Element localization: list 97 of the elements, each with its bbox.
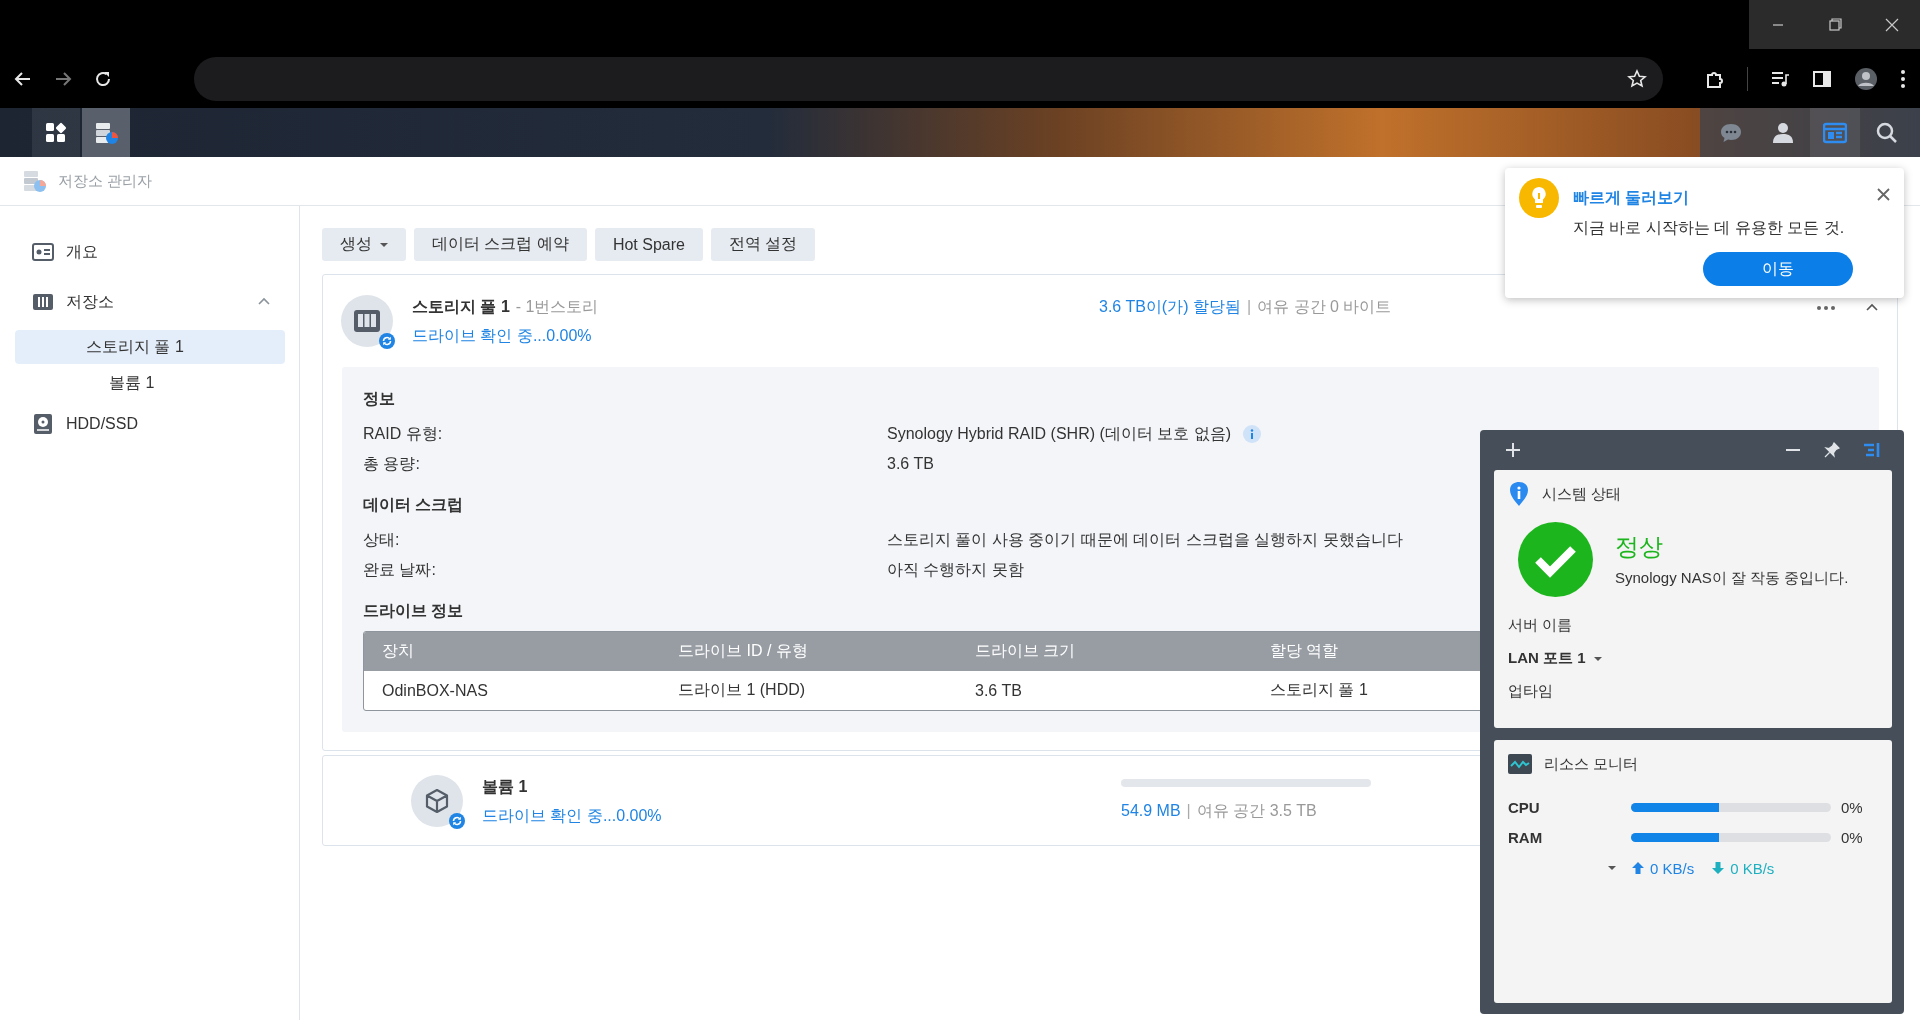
column-header: 드라이브 크기 — [974, 641, 1076, 661]
menu-icon[interactable] — [1900, 69, 1906, 89]
separator: | — [1186, 802, 1191, 819]
close-icon[interactable] — [1877, 188, 1890, 201]
pin-icon[interactable] — [1824, 442, 1840, 458]
user-icon — [1771, 120, 1795, 145]
window-title: 저장소 관리자 — [58, 171, 153, 191]
health-status: 정상 — [1615, 532, 1664, 562]
sidebar-item[interactable]: 볼륨 1 — [15, 366, 285, 400]
lightbulb-icon — [1519, 178, 1559, 218]
toolbar-button[interactable]: 데이터 스크럽 예약 — [414, 228, 587, 261]
sidebar-item[interactable]: 저장소 — [15, 280, 285, 324]
upload-arrow-icon — [1632, 862, 1644, 874]
field-label: 완료 날짜: — [363, 560, 437, 580]
back-icon[interactable] — [14, 70, 32, 88]
widget-title: 시스템 상태 — [1542, 484, 1622, 504]
media-list-icon[interactable] — [1770, 69, 1790, 89]
download-arrow-icon — [1712, 862, 1725, 874]
check-circle-icon — [1518, 522, 1593, 597]
volume-title: 볼륨 1 — [482, 776, 529, 797]
info-icon[interactable] — [1243, 425, 1262, 443]
caret-icon — [380, 242, 388, 247]
allocated-text: 3.6 TB이(가) 할당됨 — [1099, 298, 1241, 315]
storage-app-icon — [94, 120, 118, 145]
table-cell-text: 3.6 TB — [974, 681, 1022, 700]
table-cell-text: 드라이브 1 (HDD) — [677, 680, 806, 700]
sidebar-item[interactable]: HDD/SSD — [15, 402, 285, 446]
field-label: 업타임 — [1508, 682, 1553, 701]
sync-icon — [379, 333, 395, 349]
avatar-icon[interactable] — [1854, 67, 1878, 91]
caret-icon[interactable] — [1608, 866, 1616, 870]
toolbar-button[interactable]: Hot Spare — [594, 228, 703, 261]
used-space-text: 54.9 MB — [1121, 802, 1181, 819]
sync-icon — [449, 812, 465, 829]
volume-status: 드라이브 확인 중...0.00% — [482, 805, 663, 826]
info-shield-icon — [1508, 481, 1530, 507]
storage-app-icon — [22, 169, 46, 193]
widget-layout-icon[interactable] — [1864, 443, 1880, 457]
meter-reading: 0% — [1841, 828, 1864, 846]
storage-manager-button[interactable] — [82, 108, 130, 157]
field-label: 상태: — [363, 530, 401, 550]
field-label: 총 용량: — [363, 454, 421, 474]
add-icon[interactable] — [1506, 443, 1520, 457]
close-button[interactable] — [1863, 0, 1920, 49]
storage-icon — [32, 291, 54, 313]
reload-icon[interactable] — [94, 70, 112, 88]
meter-label: RAM — [1508, 828, 1544, 846]
section-heading: 정보 — [363, 389, 395, 409]
go-button[interactable]: 이동 — [1703, 252, 1853, 286]
widget-icon — [1823, 120, 1847, 145]
download-speed: 0 KB/s — [1730, 859, 1775, 877]
storage-pool-icon — [353, 307, 381, 335]
sidebar-item[interactable]: 스토리지 풀 1 — [15, 330, 285, 364]
toolbar-button[interactable]: 전역 설정 — [710, 228, 816, 261]
column-header: 장치 — [381, 641, 414, 661]
minimize-icon — [1772, 23, 1783, 26]
upload-speed: 0 KB/s — [1650, 859, 1695, 877]
field-label: RAID 유형: — [363, 424, 444, 444]
side-panel-icon[interactable] — [1812, 69, 1832, 89]
table-cell-text: 스토리지 풀 1 — [1269, 680, 1368, 700]
status-message: Synology NAS이 잘 작동 중입니다. — [1615, 569, 1849, 588]
field-value: 스토리지 풀이 사용 중이기 때문에 데이터 스크럽을 실행하지 못했습니다 — [887, 530, 1403, 550]
meter-label: CPU — [1508, 798, 1541, 816]
field-value: 3.6 TB — [887, 454, 934, 474]
extension-icon[interactable] — [1705, 69, 1725, 89]
main-menu-button[interactable] — [32, 108, 80, 157]
drive-icon — [32, 413, 54, 435]
pool-title: 스토리지 풀 1 — [412, 297, 510, 317]
grid-icon — [44, 120, 68, 145]
free-space-text: 여유 공간 0 바이트 — [1257, 298, 1392, 315]
port-selector[interactable]: LAN 포트 1 — [1508, 649, 1586, 668]
cube-icon — [423, 786, 451, 815]
widget-title: 리소스 모니터 — [1544, 754, 1639, 774]
sidebar-item[interactable]: 개요 — [15, 230, 285, 274]
search-icon — [1875, 120, 1899, 145]
overview-icon — [32, 241, 54, 263]
resource-monitor-icon — [1508, 754, 1532, 774]
field-label: 서버 이름 — [1508, 616, 1573, 635]
forward-icon[interactable] — [54, 70, 72, 88]
field-value: Synology Hybrid RAID (SHR) (데이터 보호 없음) — [887, 424, 1232, 444]
section-heading: 드라이브 정보 — [363, 601, 464, 621]
popup-title: 빠르게 둘러보기 — [1573, 188, 1691, 208]
meter-reading: 0% — [1841, 798, 1864, 816]
section-heading: 데이터 스크럽 — [363, 495, 464, 515]
column-header: 드라이브 ID / 유형 — [677, 641, 808, 661]
separator: | — [1246, 298, 1252, 315]
toolbar-button[interactable]: 생성 — [322, 228, 406, 261]
caret-icon — [1593, 656, 1602, 661]
column-header: 할당 역할 — [1269, 641, 1339, 661]
field-value: 아직 수행하지 못함 — [887, 560, 1024, 580]
popup-message: 지금 바로 시작하는 데 유용한 모든 것. — [1573, 218, 1846, 238]
more-icon[interactable] — [1817, 305, 1835, 310]
free-space-text: 여유 공간 3.5 TB — [1196, 802, 1317, 819]
table-cell-text: OdinBOX-NAS — [381, 681, 488, 700]
bookmark-star-icon[interactable] — [1627, 69, 1647, 89]
pool-subtitle: - 1번스토리 — [515, 297, 599, 317]
pool-status: 드라이브 확인 중...0.00% — [412, 326, 593, 346]
